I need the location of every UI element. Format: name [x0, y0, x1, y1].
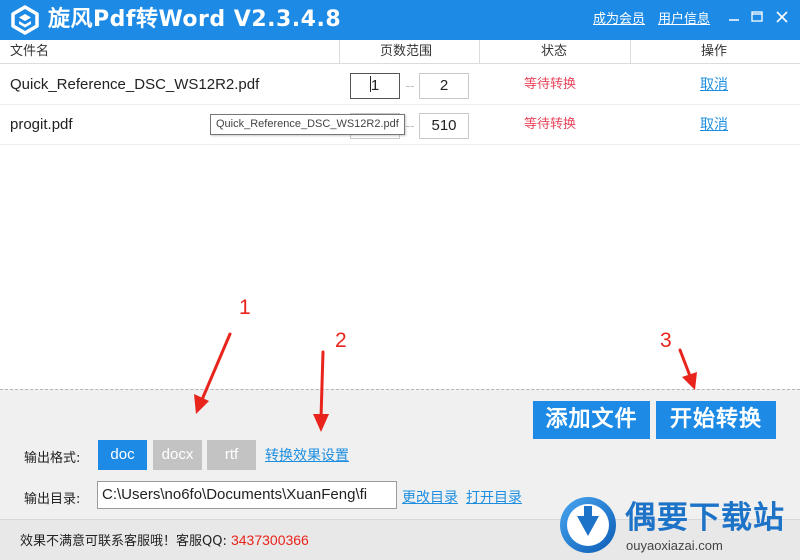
watermark-url: ouyaoxiazai.com: [626, 538, 723, 553]
change-dir-link[interactable]: 更改目录: [402, 487, 458, 507]
column-divider: [339, 40, 340, 64]
app-title: 旋风Pdf转Word V2.3.4.8: [48, 7, 342, 32]
column-divider: [630, 40, 631, 64]
start-convert-button[interactable]: 开始转换: [656, 401, 776, 439]
watermark-title: 偶要下载站: [625, 500, 785, 536]
title-bar: 旋风Pdf转Word V2.3.4.8 成为会员 用户信息: [0, 0, 800, 40]
format-doc-button[interactable]: doc: [98, 440, 147, 470]
add-files-button[interactable]: 添加文件: [533, 401, 650, 439]
page-to-input[interactable]: 2: [419, 73, 469, 99]
format-docx-button[interactable]: docx: [153, 440, 202, 470]
file-name: progit.pdf: [10, 116, 73, 133]
format-rtf-button[interactable]: rtf: [207, 440, 256, 470]
convert-settings-link[interactable]: 转换效果设置: [265, 445, 349, 465]
page-from-input[interactable]: 1: [350, 73, 400, 99]
output-dir-input[interactable]: C:\Users\no6fo\Documents\XuanFeng\fi: [97, 481, 397, 509]
filename-tooltip: Quick_Reference_DSC_WS12R2.pdf: [210, 114, 405, 135]
column-header-action[interactable]: 操作: [701, 40, 727, 64]
range-separator: --: [405, 79, 415, 93]
watermark-logo-icon: [560, 497, 616, 553]
table-header: 文件名 页数范围 状态 操作: [0, 40, 800, 64]
app-logo-icon: [11, 5, 39, 35]
output-dir-label: 输出目录:: [24, 492, 81, 507]
minimize-icon[interactable]: [726, 9, 742, 25]
file-name: Quick_Reference_DSC_WS12R2.pdf: [10, 76, 260, 93]
open-dir-link[interactable]: 打开目录: [466, 487, 522, 507]
footer-contact-text: 效果不满意可联系客服哦！客服QQ: 3437300366: [20, 520, 309, 560]
cancel-link[interactable]: 取消: [700, 105, 728, 145]
annotation-arrow-3: [678, 348, 697, 390]
footer-text: 效果不满意可联系客服哦！客服QQ:: [20, 534, 231, 549]
page-to-input[interactable]: 510: [419, 113, 469, 139]
column-header-status[interactable]: 状态: [541, 40, 567, 64]
maximize-icon[interactable]: [749, 9, 765, 25]
cancel-link[interactable]: 取消: [700, 65, 728, 105]
annotation-number: 2: [335, 329, 347, 352]
column-header-filename[interactable]: 文件名: [10, 40, 49, 64]
column-header-page-range[interactable]: 页数范围: [380, 40, 432, 64]
status-text: 等待转换: [524, 77, 577, 92]
annotation-number: 1: [239, 296, 251, 319]
close-icon[interactable]: [774, 9, 790, 25]
column-divider: [479, 40, 480, 64]
user-info-link[interactable]: 用户信息: [658, 12, 710, 28]
status-text: 等待转换: [524, 117, 577, 132]
output-format-label: 输出格式:: [24, 451, 81, 466]
table-row[interactable]: Quick_Reference_DSC_WS12R2.pdf 1 -- 2 等待…: [0, 65, 800, 105]
footer-qq-number: 3437300366: [230, 532, 309, 548]
text-caret: [370, 76, 371, 92]
become-member-link[interactable]: 成为会员: [593, 12, 645, 28]
annotation-number: 3: [660, 329, 672, 352]
